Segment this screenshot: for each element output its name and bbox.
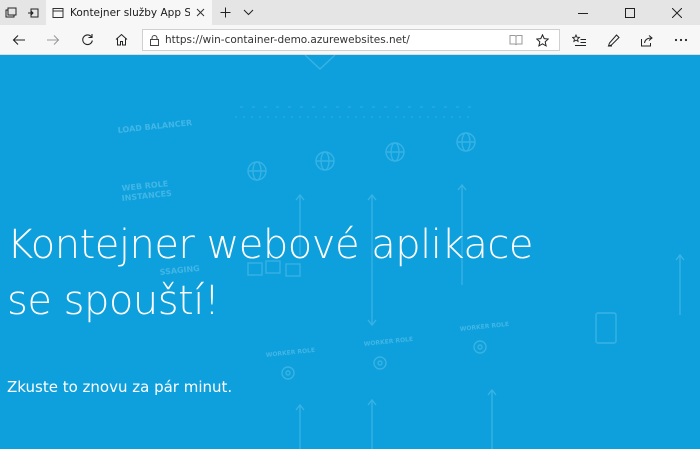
chevron-down-icon [243, 9, 253, 16]
share-icon [641, 34, 653, 46]
address-bar-actions [503, 32, 555, 48]
minimize-icon [577, 12, 588, 14]
tab-strip: Kontejner služby App Service [0, 0, 700, 25]
tab-actions-button[interactable] [0, 0, 22, 25]
reading-view-icon [509, 35, 523, 46]
tab-actions-icon [5, 7, 17, 17]
forward-button[interactable] [36, 25, 70, 55]
star-icon [535, 33, 549, 47]
watermark-worker-role-1: WORKER ROLE [265, 347, 315, 359]
favorite-button[interactable] [529, 32, 555, 48]
refresh-icon [81, 34, 93, 46]
navigation-bar: https://win-container-demo.azurewebsites… [0, 25, 700, 55]
window-controls [559, 0, 700, 25]
share-button[interactable] [630, 25, 664, 55]
tab-list-button[interactable] [238, 0, 258, 25]
watermark-worker-role-2: WORKER ROLE [363, 336, 413, 348]
refresh-button[interactable] [70, 25, 104, 55]
more-icon [674, 38, 688, 42]
reading-view-button[interactable] [503, 32, 529, 48]
close-icon [196, 8, 204, 16]
new-tab-button[interactable] [212, 0, 238, 25]
page-heading: Kontejner webové aplikace se spouští! [7, 217, 533, 329]
tab-title: Kontejner služby App Service [70, 6, 190, 19]
set-aside-tabs-button[interactable] [22, 0, 44, 25]
home-icon [115, 33, 127, 46]
forward-arrow-icon [47, 34, 60, 45]
minimize-button[interactable] [559, 0, 606, 25]
page-content: LOAD BALANCER WEB ROLE INSTANCES SSAGING… [0, 55, 700, 449]
lock-button[interactable] [143, 34, 165, 46]
tab-tools [0, 0, 44, 25]
page-icon [52, 7, 64, 18]
heading-line-2: se spouští! [7, 278, 220, 324]
pen-icon [607, 33, 620, 47]
more-button[interactable] [664, 25, 698, 55]
favorites-hub-button[interactable] [562, 25, 596, 55]
heading-line-1: Kontejner webové aplikace [7, 222, 533, 268]
home-button[interactable] [104, 25, 138, 55]
back-arrow-icon [12, 34, 25, 45]
lock-icon [149, 34, 159, 46]
close-window-icon [671, 7, 682, 18]
notes-button[interactable] [596, 25, 630, 55]
set-aside-tabs-icon [28, 8, 39, 17]
maximize-icon [624, 7, 635, 18]
watermark-load-balancer: LOAD BALANCER [117, 118, 192, 135]
retry-message: Zkuste to znovu za pár minut. [7, 378, 233, 396]
maximize-button[interactable] [606, 0, 653, 25]
close-tab-button[interactable] [194, 6, 206, 18]
tab-active[interactable]: Kontejner služby App Service [46, 0, 212, 25]
toolbar-right [562, 25, 698, 55]
address-url: https://win-container-demo.azurewebsites… [165, 34, 410, 46]
plus-icon [220, 7, 230, 18]
back-button[interactable] [2, 25, 36, 55]
favorites-hub-icon [571, 33, 586, 46]
close-window-button[interactable] [653, 0, 700, 25]
address-bar[interactable]: https://win-container-demo.azurewebsites… [142, 29, 560, 51]
globe-icon [247, 161, 267, 181]
